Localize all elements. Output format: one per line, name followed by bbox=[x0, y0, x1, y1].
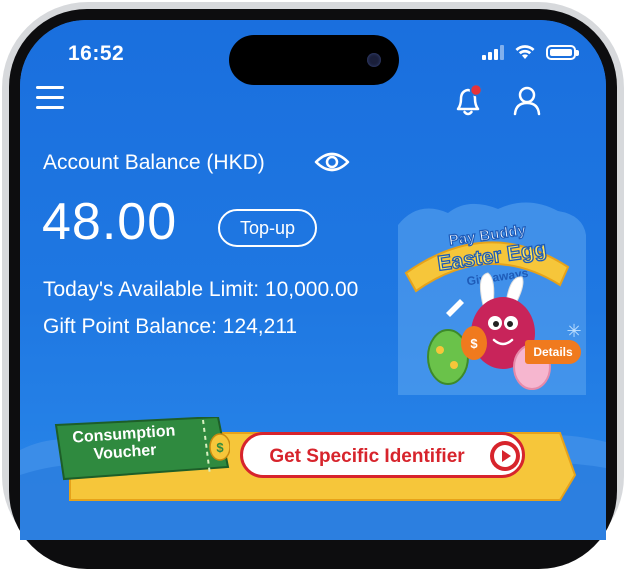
svg-text:$: $ bbox=[470, 336, 478, 351]
balance-amount: 48.00 bbox=[42, 193, 178, 251]
menu-button[interactable] bbox=[36, 86, 64, 110]
wifi-icon bbox=[515, 45, 535, 59]
notification-dot bbox=[469, 83, 483, 97]
camera-icon bbox=[367, 53, 381, 67]
user-icon bbox=[513, 86, 541, 116]
dynamic-island bbox=[229, 35, 399, 85]
svg-text:✳: ✳ bbox=[566, 321, 581, 342]
status-time: 16:52 bbox=[68, 42, 125, 65]
topup-button[interactable]: Top-up bbox=[218, 209, 317, 247]
bell-icon bbox=[456, 83, 483, 116]
get-specific-identifier-label: Get Specific Identifier bbox=[269, 446, 465, 467]
cellular-signal-icon bbox=[482, 44, 504, 60]
toggle-balance-visibility-button[interactable] bbox=[314, 150, 350, 174]
hamburger-menu-icon bbox=[36, 86, 64, 89]
eye-icon bbox=[314, 152, 350, 172]
promo-details-button[interactable]: Details bbox=[525, 340, 581, 364]
available-limit: Today's Available Limit: 10,000.00 bbox=[43, 278, 359, 301]
svg-text:$: $ bbox=[216, 440, 224, 455]
gift-point-balance: Gift Point Balance: 124,211 bbox=[43, 315, 298, 338]
play-arrow-icon[interactable] bbox=[489, 440, 521, 472]
battery-icon bbox=[546, 44, 579, 60]
balance-label: Account Balance (HKD) bbox=[43, 151, 265, 174]
status-icons bbox=[482, 44, 579, 60]
easter-egg-promo[interactable]: Pay Buddy Easter Egg Giveaways $ ✳ bbox=[388, 195, 586, 395]
notification-button[interactable] bbox=[452, 83, 484, 118]
profile-button[interactable] bbox=[512, 84, 542, 118]
phone-frame: 16:52 Account Balance (HKD) 48.00 Top-up… bbox=[0, 0, 626, 569]
